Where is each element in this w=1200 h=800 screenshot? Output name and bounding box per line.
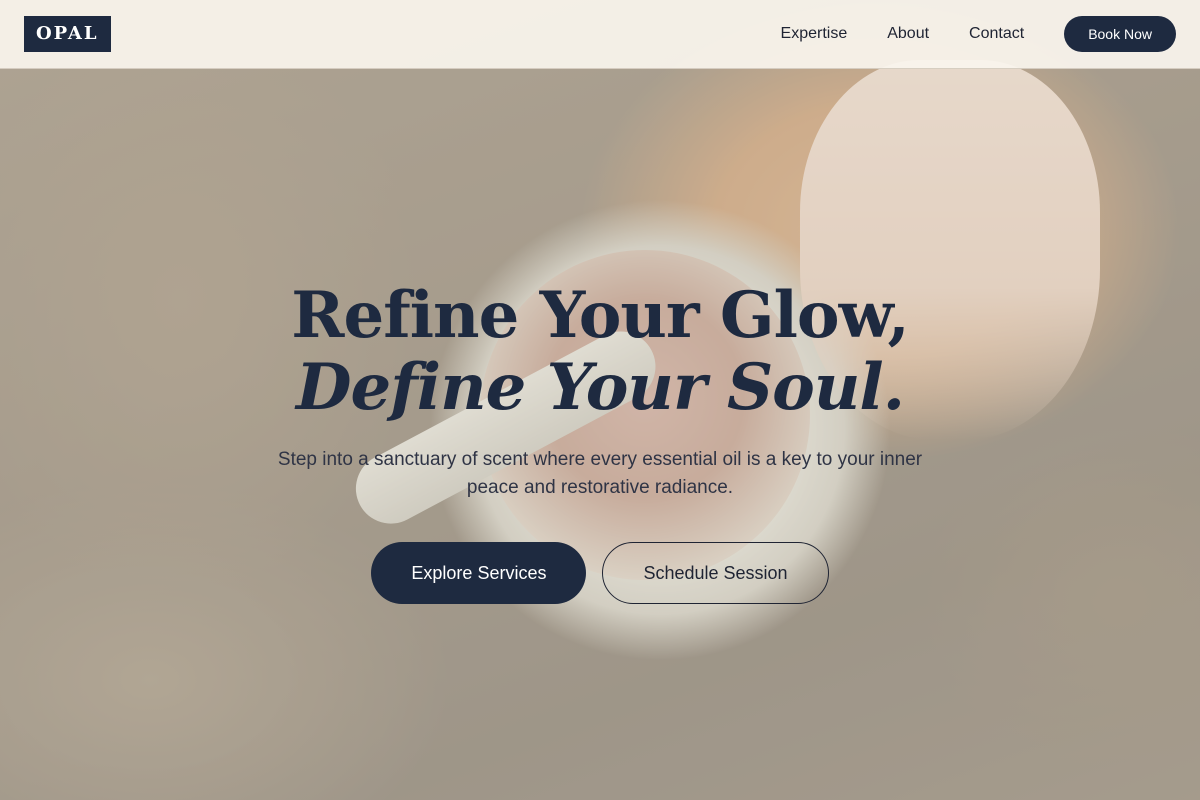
hero-headline: Refine Your Glow, Define Your Soul. <box>0 280 1200 424</box>
hero-subtitle: Step into a sanctuary of scent where eve… <box>277 449 923 498</box>
hero-headline-line-1: Refine Your Glow, <box>291 278 909 353</box>
hero-section: Refine Your Glow, Define Your Soul. Step… <box>0 280 1200 604</box>
book-now-button[interactable]: Book Now <box>1064 16 1176 52</box>
logo[interactable]: OPAL <box>24 16 111 52</box>
schedule-session-button[interactable]: Schedule Session <box>602 542 829 604</box>
main-nav: Expertise About Contact Book Now <box>781 16 1176 52</box>
hero-cta-row: Explore Services Schedule Session <box>0 542 1200 604</box>
explore-services-button[interactable]: Explore Services <box>371 542 587 604</box>
site-header: OPAL Expertise About Contact Book Now <box>0 0 1200 69</box>
nav-link-about[interactable]: About <box>887 25 929 43</box>
nav-link-expertise[interactable]: Expertise <box>781 25 848 43</box>
nav-link-contact[interactable]: Contact <box>969 25 1024 43</box>
hero-headline-line-2: Define Your Soul. <box>296 350 905 425</box>
